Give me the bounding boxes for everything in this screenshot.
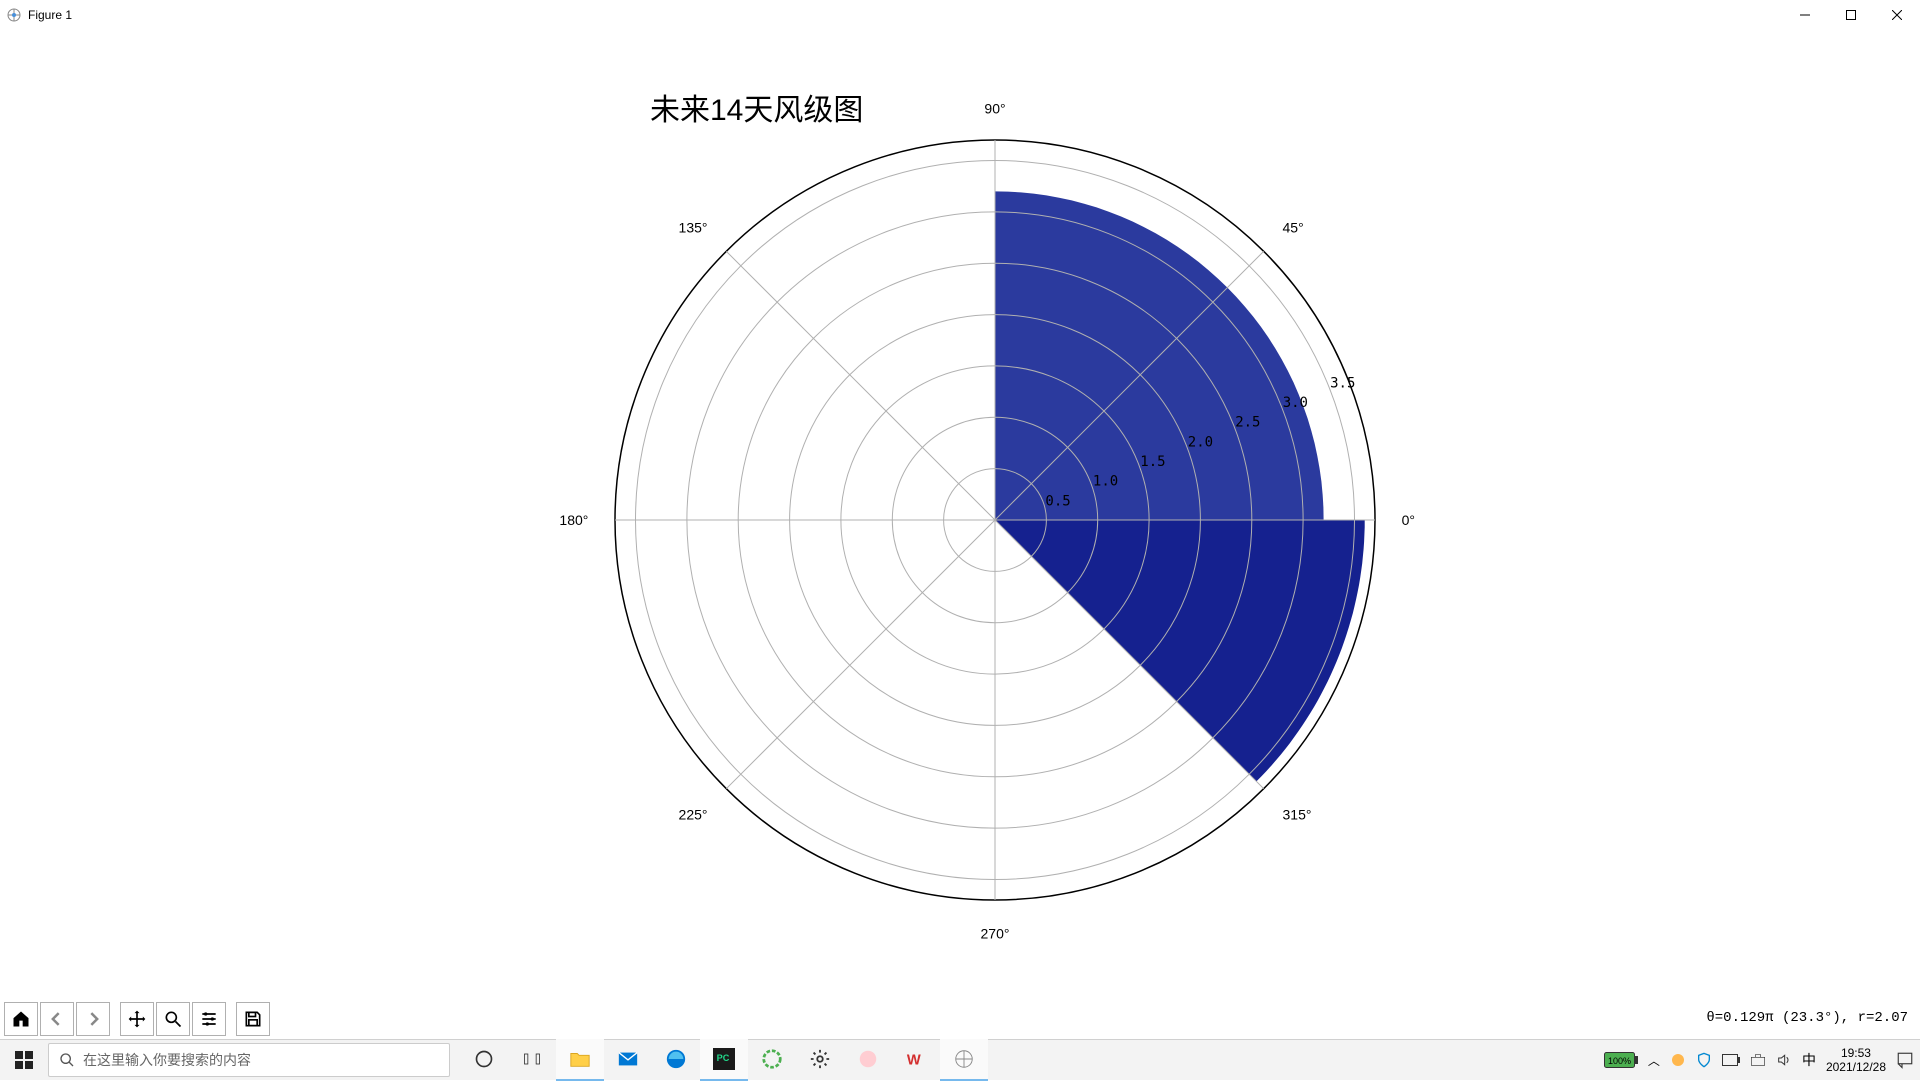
cortana-button[interactable] xyxy=(508,1039,556,1081)
svg-text:0.5: 0.5 xyxy=(1045,493,1070,509)
svg-text:1.5: 1.5 xyxy=(1140,454,1165,470)
mpl-toolbar xyxy=(4,1002,270,1036)
mail-app[interactable] xyxy=(604,1039,652,1081)
search-placeholder: 在这里输入你要搜索的内容 xyxy=(83,1050,251,1070)
zoom-icon xyxy=(163,1009,183,1029)
gear-icon xyxy=(809,1048,831,1070)
cortana-icon xyxy=(522,1049,542,1069)
battery-small-icon[interactable] xyxy=(1722,1054,1740,1066)
svg-text:0°: 0° xyxy=(1402,512,1415,528)
circle-green-icon xyxy=(761,1048,783,1070)
mail-icon xyxy=(617,1048,639,1070)
svg-text:45°: 45° xyxy=(1283,220,1304,236)
app-pink[interactable] xyxy=(844,1039,892,1081)
battery-icon[interactable]: 100% xyxy=(1604,1052,1638,1068)
network-icon[interactable] xyxy=(1750,1052,1766,1068)
svg-text:W: W xyxy=(907,1053,921,1069)
sliders-icon xyxy=(199,1009,219,1029)
save-icon xyxy=(243,1009,263,1029)
window-titlebar: Figure 1 xyxy=(0,0,1920,30)
arrow-left-icon xyxy=(47,1009,67,1029)
zoom-button[interactable] xyxy=(156,1002,190,1036)
python-figure-app[interactable] xyxy=(940,1039,988,1081)
windows-icon xyxy=(15,1051,33,1069)
search-icon xyxy=(59,1052,75,1068)
svg-text:270°: 270° xyxy=(981,926,1010,942)
volume-icon[interactable] xyxy=(1776,1052,1792,1068)
move-icon xyxy=(127,1009,147,1029)
save-button[interactable] xyxy=(236,1002,270,1036)
pink-icon xyxy=(857,1048,879,1070)
clock-time: 19:53 xyxy=(1826,1046,1886,1060)
system-tray: 100% ︿ 中 19:53 2021/12/28 xyxy=(1604,1046,1920,1074)
svg-text:135°: 135° xyxy=(679,220,708,236)
task-view-button[interactable] xyxy=(460,1039,508,1081)
taskbar-clock[interactable]: 19:53 2021/12/28 xyxy=(1826,1046,1886,1074)
forward-button[interactable] xyxy=(76,1002,110,1036)
svg-text:PC: PC xyxy=(717,1053,730,1063)
svg-text:2.5: 2.5 xyxy=(1235,415,1260,431)
svg-text:1.0: 1.0 xyxy=(1093,474,1118,490)
pycharm-icon: PC xyxy=(713,1048,735,1070)
folder-icon xyxy=(569,1048,591,1070)
app-green[interactable] xyxy=(748,1039,796,1081)
wps-icon: W xyxy=(905,1048,927,1070)
close-button[interactable] xyxy=(1874,0,1920,30)
svg-text:3.5: 3.5 xyxy=(1330,375,1355,391)
back-button[interactable] xyxy=(40,1002,74,1036)
windows-taskbar: 在这里输入你要搜索的内容 PC W 100% ︿ 中 19:53 2021/12… xyxy=(0,1039,1920,1080)
wps-app[interactable]: W xyxy=(892,1039,940,1081)
start-button[interactable] xyxy=(0,1040,48,1080)
taskbar-search[interactable]: 在这里输入你要搜索的内容 xyxy=(48,1043,450,1077)
svg-text:225°: 225° xyxy=(679,807,708,823)
pycharm-app[interactable]: PC xyxy=(700,1039,748,1081)
settings-app[interactable] xyxy=(796,1039,844,1081)
shield-icon[interactable] xyxy=(1696,1052,1712,1068)
explorer-app[interactable] xyxy=(556,1039,604,1081)
tray-icon-1[interactable] xyxy=(1670,1052,1686,1068)
home-icon xyxy=(11,1009,31,1029)
notifications-icon[interactable] xyxy=(1896,1051,1914,1069)
edge-app[interactable] xyxy=(652,1039,700,1081)
configure-button[interactable] xyxy=(192,1002,226,1036)
clock-date: 2021/12/28 xyxy=(1826,1060,1886,1074)
arrow-right-icon xyxy=(83,1009,103,1029)
window-title: Figure 1 xyxy=(28,8,72,22)
app-icon xyxy=(6,7,22,23)
pan-button[interactable] xyxy=(120,1002,154,1036)
svg-text:2.0: 2.0 xyxy=(1188,434,1213,450)
svg-text:180°: 180° xyxy=(559,512,588,528)
maximize-button[interactable] xyxy=(1828,0,1874,30)
taskview-icon xyxy=(474,1049,494,1069)
minimize-button[interactable] xyxy=(1782,0,1828,30)
edge-icon xyxy=(665,1048,687,1070)
home-button[interactable] xyxy=(4,1002,38,1036)
matplotlib-icon xyxy=(953,1048,975,1070)
svg-text:90°: 90° xyxy=(984,100,1005,116)
svg-text:3.0: 3.0 xyxy=(1283,395,1308,411)
chevron-up-icon[interactable]: ︿ xyxy=(1648,1052,1660,1069)
svg-text:315°: 315° xyxy=(1283,807,1312,823)
cursor-status: θ=0.129π (23.3°), r=2.07 xyxy=(1706,1010,1908,1026)
ime-indicator[interactable]: 中 xyxy=(1802,1050,1816,1070)
figure-canvas[interactable]: 未来14天风级图 0°45°90°135°180°225°270°315°0.5… xyxy=(0,30,1920,1032)
svg-text:100%: 100% xyxy=(1608,1056,1631,1066)
